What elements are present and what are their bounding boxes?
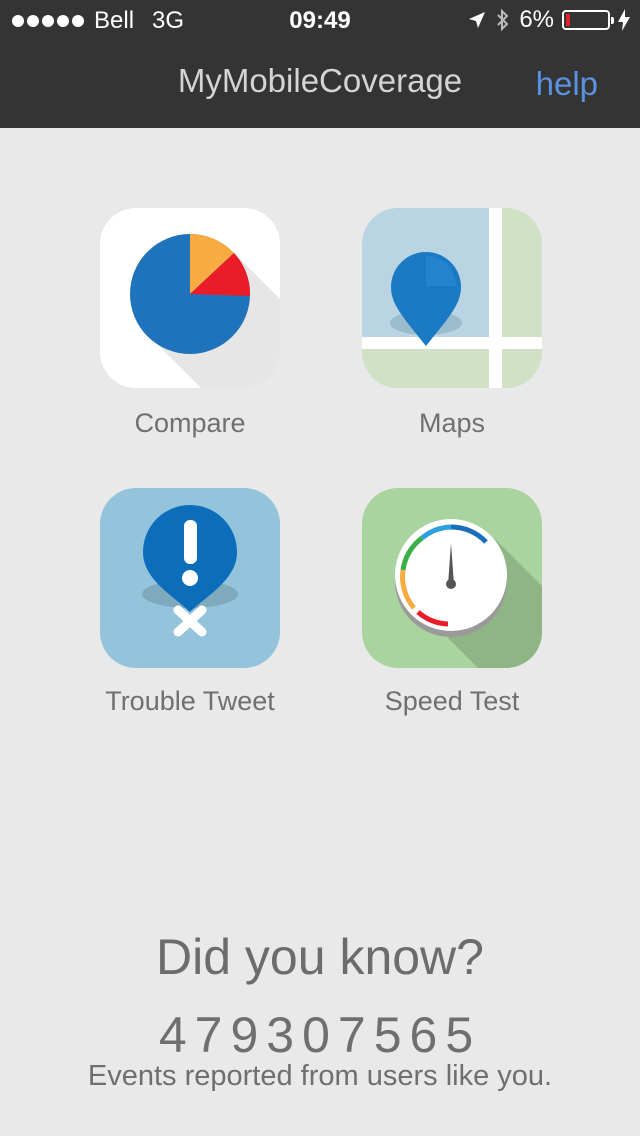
events-counter: 479307565: [158, 1007, 482, 1056]
help-button[interactable]: help: [536, 65, 598, 103]
speed-test-label: Speed Test: [384, 686, 520, 716]
speed-test-tile[interactable]: Speed Test: [362, 488, 542, 716]
compare-label: Compare: [134, 408, 246, 438]
pie-chart-icon: [100, 208, 280, 388]
maps-tile[interactable]: Maps: [362, 208, 542, 438]
speedometer-icon: [362, 488, 542, 668]
trouble-tweet-label: Trouble Tweet: [105, 686, 275, 716]
trouble-tweet-tile[interactable]: Trouble Tweet: [100, 488, 280, 716]
did-you-know-heading: Did you know?: [156, 929, 484, 985]
maps-label: Maps: [418, 408, 486, 438]
compare-tile[interactable]: Compare: [100, 208, 280, 438]
map-pin-icon: [362, 208, 542, 388]
location-arrow-icon: [469, 12, 486, 28]
status-bar: Bell 3G 09:49 6%: [0, 0, 640, 40]
bluetooth-icon: [497, 8, 509, 32]
battery-icon: [562, 10, 614, 30]
alert-pin-icon: [100, 488, 280, 668]
events-caption: Events reported from users like you.: [87, 1060, 553, 1092]
header-bar: Bell 3G 09:49 6% MyMobileCoverage help: [0, 0, 640, 128]
nav-bar: MyMobileCoverage help: [0, 40, 640, 128]
charging-bolt-icon: [618, 9, 630, 31]
battery-percent: 6%: [519, 6, 554, 33]
